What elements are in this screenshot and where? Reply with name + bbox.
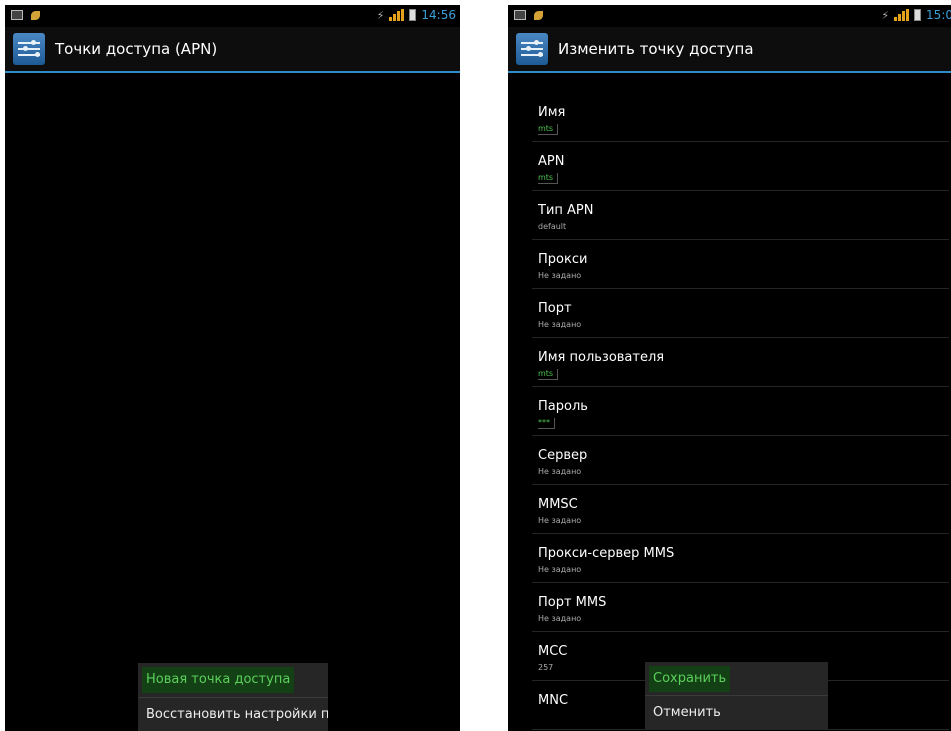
settings-app-icon[interactable] xyxy=(516,33,548,65)
menu-item-reset-defaults[interactable]: Восстановить настройки п xyxy=(138,697,328,731)
menu-item-label: Отменить xyxy=(653,705,721,720)
field-title: Имя пользователя xyxy=(538,350,665,365)
screenshot-notification-icon xyxy=(514,10,526,20)
page-title: Изменить точку доступа xyxy=(558,40,754,58)
menu-item-new-apn[interactable]: Новая точка доступа xyxy=(138,663,328,697)
menu-item-label: Восстановить настройки п xyxy=(146,707,328,722)
field-value: mts xyxy=(538,173,559,184)
field-apn[interactable]: APN mts xyxy=(532,142,949,191)
clock: 14:56 xyxy=(421,8,456,22)
field-value: Не задано xyxy=(538,614,582,623)
menu-item-save[interactable]: Сохранить xyxy=(645,662,828,695)
status-bar: ⚡ 14:56 xyxy=(5,5,460,27)
options-menu: Сохранить Отменить xyxy=(645,662,828,729)
gps-icon: ⚡ xyxy=(881,8,890,22)
field-value: 257 xyxy=(538,663,554,672)
field-title: MCC xyxy=(538,644,568,659)
field-value: Не задано xyxy=(538,320,582,329)
apn-field-list: Имя mts APN mts Тип APN default Прокси Н… xyxy=(532,93,949,730)
field-title: Прокси-сервер MMS xyxy=(538,546,675,561)
field-value: Не задано xyxy=(538,516,582,525)
menu-item-label: Новая точка доступа xyxy=(142,667,295,693)
app-notification-icon xyxy=(31,10,40,20)
options-menu: Новая точка доступа Восстановить настрой… xyxy=(138,663,328,731)
field-value: Не задано xyxy=(538,467,582,476)
field-title: Порт MMS xyxy=(538,595,607,610)
field-value: Не задано xyxy=(538,271,582,280)
field-mms-port[interactable]: Порт MMS Не задано xyxy=(532,583,949,632)
signal-icon xyxy=(389,9,405,21)
field-title: Порт xyxy=(538,301,572,316)
field-title: MMSC xyxy=(538,497,578,512)
app-notification-icon xyxy=(534,10,543,20)
edit-apn-screen: ⚡ 15:0 Изменить точку доступа Имя mts AP… xyxy=(508,5,951,731)
field-mms-proxy[interactable]: Прокси-сервер MMS Не задано xyxy=(532,534,949,583)
field-username[interactable]: Имя пользователя mts xyxy=(532,338,949,387)
field-value: default xyxy=(538,222,567,231)
field-apn-type[interactable]: Тип APN default xyxy=(532,191,949,240)
action-bar: Изменить точку доступа xyxy=(508,27,951,73)
page-title: Точки доступа (APN) xyxy=(55,40,218,58)
field-title: Имя xyxy=(538,105,566,120)
menu-item-label: Сохранить xyxy=(649,666,731,692)
battery-icon xyxy=(409,9,417,21)
field-title: MNC xyxy=(538,693,569,708)
field-title: APN xyxy=(538,154,565,169)
field-proxy[interactable]: Прокси Не задано xyxy=(532,240,949,289)
field-server[interactable]: Сервер Не задано xyxy=(532,436,949,485)
status-bar: ⚡ 15:0 xyxy=(508,5,951,27)
menu-item-cancel[interactable]: Отменить xyxy=(645,695,828,729)
signal-icon xyxy=(894,9,910,21)
field-value: mts xyxy=(538,369,559,380)
field-password[interactable]: Пароль *** xyxy=(532,387,949,436)
screenshot-notification-icon xyxy=(11,10,23,20)
action-bar: Точки доступа (APN) xyxy=(5,27,460,73)
field-port[interactable]: Порт Не задано xyxy=(532,289,949,338)
gps-icon: ⚡ xyxy=(376,8,385,22)
field-title: Прокси xyxy=(538,252,588,267)
settings-app-icon[interactable] xyxy=(13,33,45,65)
field-title: Пароль xyxy=(538,399,588,414)
apn-list-screen: ⚡ 14:56 Точки доступа (APN) Новая точка … xyxy=(5,5,460,731)
field-name[interactable]: Имя mts xyxy=(532,93,949,142)
field-mmsc[interactable]: MMSC Не задано xyxy=(532,485,949,534)
field-title: Сервер xyxy=(538,448,588,463)
clock: 15:0 xyxy=(926,8,951,22)
field-value: mts xyxy=(538,124,559,135)
field-value: *** xyxy=(538,418,555,429)
battery-icon xyxy=(914,9,922,21)
field-value: Не задано xyxy=(538,565,582,574)
field-title: Тип APN xyxy=(538,203,594,218)
